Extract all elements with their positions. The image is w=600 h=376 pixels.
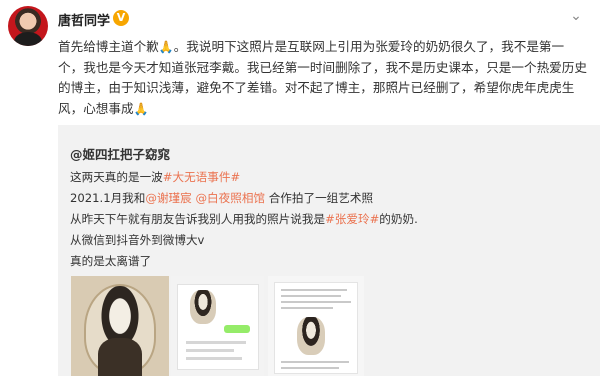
chat-screenshot-graphic xyxy=(177,284,259,370)
chat-line xyxy=(186,349,234,352)
chevron-down-icon[interactable]: ⌄ xyxy=(568,8,584,24)
repost-body: 这两天真的是一波#大无语事件# 2021.1月我和@谢瑾宸 @白夜照相馆 合作拍… xyxy=(70,167,580,272)
doc-line xyxy=(281,307,333,309)
repost-line-5: 真的是太离谱了 xyxy=(70,254,152,268)
author-name[interactable]: 唐哲同学 xyxy=(58,10,110,29)
repost-line-2-tail: 合作拍了一组艺术照 xyxy=(268,191,374,205)
doc-line xyxy=(281,361,349,363)
post-body-part-1: 首先给博主道个歉 xyxy=(58,39,159,54)
repost-line-3-text: 从昨天下午就有朋友告诉我别人用我的照片说我是 xyxy=(70,212,326,226)
doc-line xyxy=(281,301,351,303)
mention-link[interactable]: @白夜照相馆 xyxy=(195,191,265,205)
chat-bubble xyxy=(224,325,250,333)
chat-line xyxy=(186,341,246,344)
portrait-collar xyxy=(98,338,142,376)
praying-hands-icon: 🙏 xyxy=(158,40,174,54)
repost-line-2: 2021.1月我和@谢瑾宸 @白夜照相馆 合作拍了一组艺术照 xyxy=(70,188,580,209)
verified-badge-icon: V xyxy=(113,10,129,26)
doc-line xyxy=(281,367,339,369)
chat-line xyxy=(186,357,242,360)
repost-line-1: 这两天真的是一波#大无语事件# xyxy=(70,167,580,188)
mention-link[interactable]: @谢瑾宸 xyxy=(145,191,191,205)
doc-photo xyxy=(297,317,325,355)
image-thumbnail-chat[interactable] xyxy=(171,276,264,376)
post-body: 首先给博主道个歉🙏。我说明下这照片是互联网上引用为张爱玲的奶奶很久了，我不是第一… xyxy=(58,37,588,119)
hashtag-link[interactable]: #张爱玲# xyxy=(325,212,379,226)
repost-line-1-text: 这两天真的是一波 xyxy=(70,170,163,184)
avatar-figure xyxy=(14,32,42,46)
repost-line-4: 从微信到抖音外到微博大v xyxy=(70,233,205,247)
avatar[interactable] xyxy=(8,6,48,46)
repost-user-link[interactable]: @姬四扛把子窈窕 xyxy=(70,144,170,163)
doc-line xyxy=(281,295,341,297)
repost-line-3-tail: 的奶奶. xyxy=(379,212,418,226)
repost-line-2-text: 2021.1月我和 xyxy=(70,191,146,205)
hashtag-link[interactable]: #大无语事件# xyxy=(163,170,240,184)
image-thumbnail-article[interactable] xyxy=(268,276,364,376)
article-screenshot-graphic xyxy=(274,282,358,374)
portrait-graphic xyxy=(84,284,156,376)
doc-line xyxy=(281,289,347,291)
image-thumbnail-portrait[interactable] xyxy=(71,276,169,376)
chat-photo xyxy=(190,290,216,324)
weibo-post: 唐哲同学 V ⌄ 首先给博主道个歉🙏。我说明下这照片是互联网上引用为张爱玲的奶奶… xyxy=(0,0,600,376)
repost-line-3: 从昨天下午就有朋友告诉我别人用我的照片说我是#张爱玲#的奶奶. xyxy=(70,209,580,230)
praying-hands-icon: 🙏 xyxy=(133,101,149,116)
